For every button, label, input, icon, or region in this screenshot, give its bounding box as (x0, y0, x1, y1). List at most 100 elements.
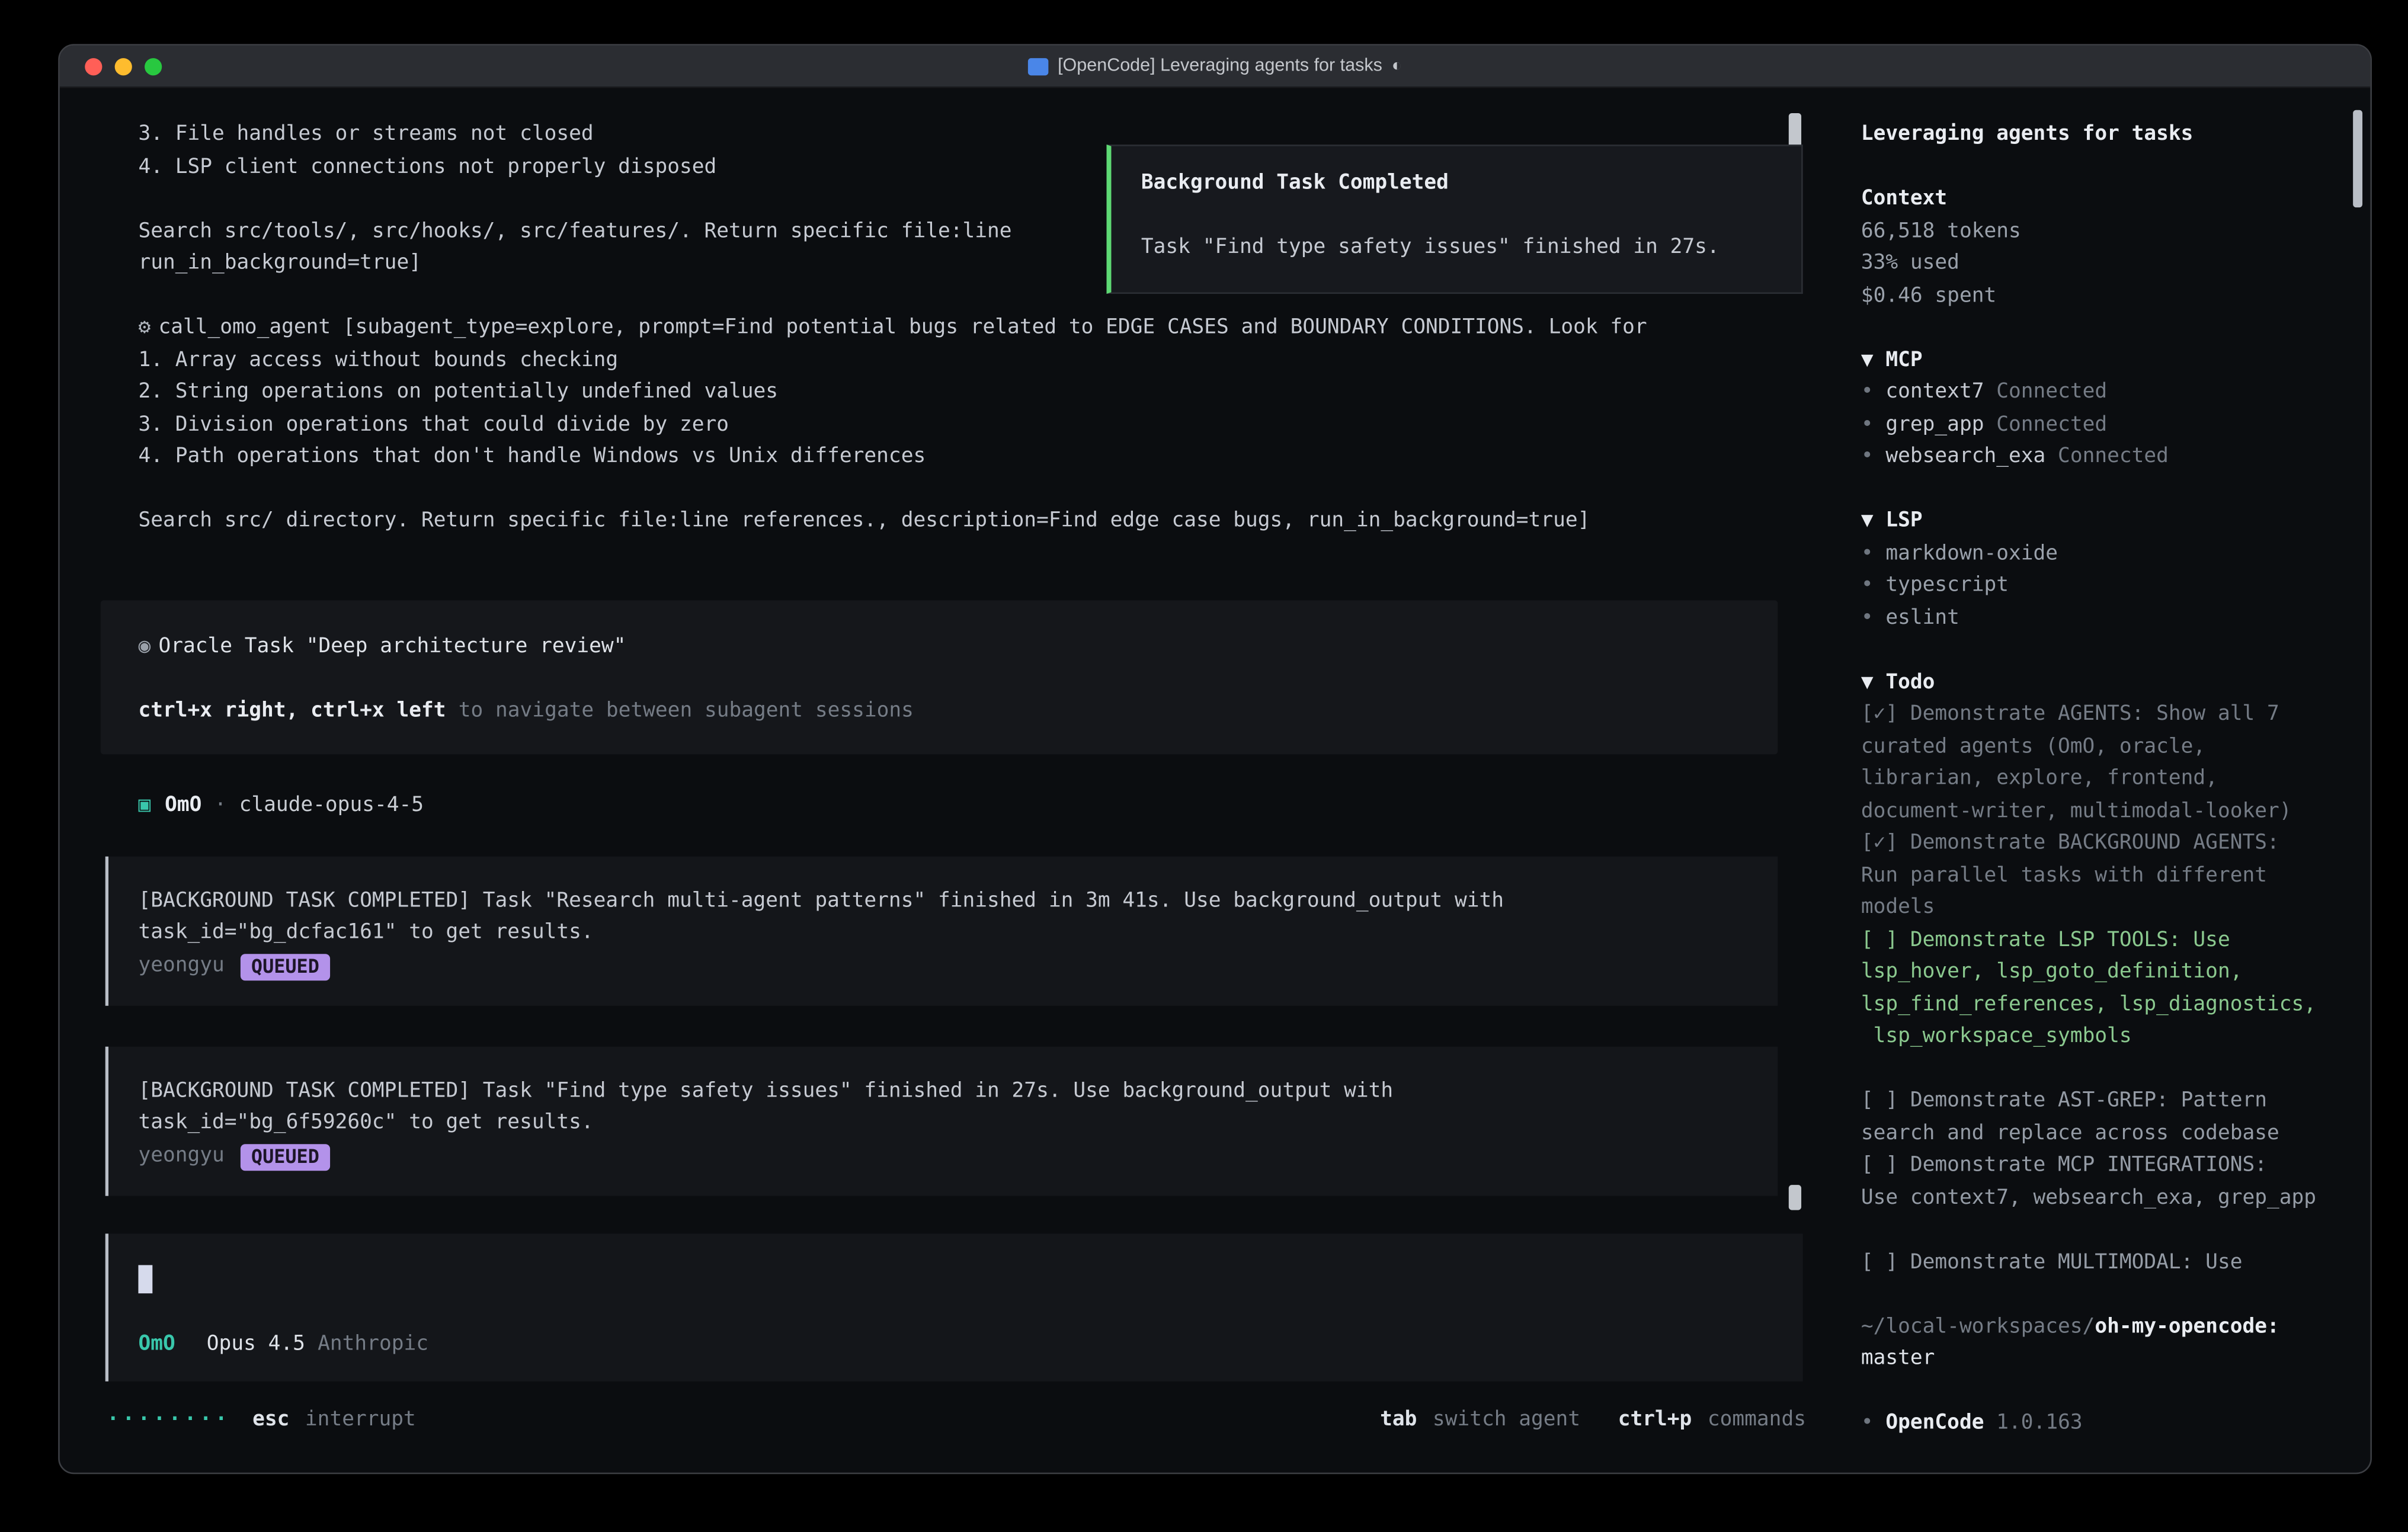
half-circle-icon: ◐ (1392, 56, 1402, 75)
main-scrollbar-thumb[interactable] (1789, 1185, 1801, 1210)
background-task-message[interactable]: [BACKGROUND TASK COMPLETED] Task "Resear… (105, 855, 1778, 1005)
todo-section-header[interactable]: ▼ Todo (1861, 667, 2352, 699)
bullet-icon: • (1861, 606, 1874, 630)
mcp-name: context7 (1885, 380, 1984, 404)
document-icon (1028, 57, 1048, 75)
hint-text: to navigate between subagent sessions (459, 698, 914, 722)
input-agent-name: OmO (138, 1329, 175, 1361)
todo-item: [✓] Demonstrate BACKGROUND AGENTS: Run p… (1861, 828, 2352, 925)
lsp-item: • typescript (1861, 571, 2352, 602)
window-controls (85, 46, 162, 86)
lsp-name: typescript (1885, 573, 2009, 597)
message-author: yeongyu (138, 951, 224, 983)
bullet-icon: • (1861, 412, 1874, 436)
lsp-section-label: LSP (1885, 509, 1922, 533)
message-body: [BACKGROUND TASK COMPLETED] Task "Resear… (138, 886, 1778, 950)
tab-key-label: switch agent (1433, 1405, 1580, 1437)
input-meta: OmO Opus 4.5 Anthropic (138, 1329, 1802, 1361)
session-title: Leveraging agents for tasks (1861, 120, 2352, 152)
text-cursor (138, 1264, 152, 1293)
todo-item: [✓] Demonstrate AGENTS: Show all 7 curat… (1861, 699, 2352, 828)
mcp-item: • grep_app Connected (1861, 409, 2352, 441)
agent-square-icon: ▣ (138, 790, 150, 822)
lsp-item: • eslint (1861, 602, 2352, 634)
input-provider-name: Anthropic (318, 1329, 428, 1361)
mcp-name: websearch_exa (1885, 445, 2045, 469)
tool-call-item: 3. Division operations that could divide… (138, 409, 1804, 441)
workspace-branch: master (1861, 1344, 2352, 1376)
todo-item: [ ] Demonstrate MULTIMODAL: Use (1861, 1247, 2352, 1279)
queued-badge: QUEUED (240, 954, 330, 980)
tool-call-item: 1. Array access without bounds checking (138, 345, 1804, 377)
window-title-text: [OpenCode] Leveraging agents for tasks (1058, 56, 1382, 75)
separator-dot: · (214, 790, 227, 822)
tool-call-header-text: call_omo_agent [subagent_type=explore, p… (158, 316, 1647, 339)
agent-name: OmO (165, 790, 201, 822)
window-title: [OpenCode] Leveraging agents for tasks ◐ (1028, 56, 1402, 75)
desktop-background: [OpenCode] Leveraging agents for tasks ◐… (0, 0, 2408, 1532)
lsp-item: • markdown-oxide (1861, 539, 2352, 571)
todo-item: [ ] Demonstrate MCP INTEGRATIONS: Use co… (1861, 1150, 2352, 1215)
chevron-down-icon: ▼ (1861, 509, 1874, 533)
app-version: 1.0.163 (1996, 1411, 2082, 1435)
todo-item: [ ] Demonstrate LSP TOOLS: Use lsp_hover… (1861, 925, 2352, 1054)
workspace-repo: oh-my-opencode: (2095, 1315, 2279, 1338)
mcp-item: • context7 Connected (1861, 377, 2352, 409)
ctrlp-key-label: commands (1708, 1405, 1804, 1437)
tab-key-hint: tab (1380, 1405, 1417, 1437)
esc-key-hint: esc (252, 1405, 289, 1437)
zoom-window-button[interactable] (145, 57, 162, 75)
mcp-status: Connected (1996, 380, 2107, 404)
context-header: Context (1861, 184, 2352, 216)
toast-title: Background Task Completed (1141, 168, 1801, 200)
status-bar: ········ esc interrupt tab switch agent … (107, 1405, 1804, 1437)
tool-call-footer: Search src/ directory. Return specific f… (138, 506, 1804, 538)
queued-badge: QUEUED (240, 1144, 330, 1171)
session-sidebar[interactable]: Leveraging agents for tasks Context 66,5… (1804, 88, 2372, 1475)
mcp-status: Connected (2058, 445, 2169, 469)
prompt-input[interactable]: OmO Opus 4.5 Anthropic (105, 1233, 1803, 1380)
oracle-task-title: ◉ Oracle Task "Deep architecture review" (138, 631, 1778, 663)
esc-key-label: interrupt (305, 1405, 416, 1437)
agent-model: claude-opus-4-5 (239, 790, 424, 822)
context-used: 33% used (1861, 248, 2352, 280)
input-model-name: Opus 4.5 (207, 1329, 305, 1361)
mcp-name: grep_app (1885, 412, 1984, 436)
subagent-navigation-hint: ctrl+x right, ctrl+x left to navigate bet… (138, 696, 1778, 727)
tool-call-item: 4. Path operations that don't handle Win… (138, 441, 1804, 473)
mcp-item: • websearch_exa Connected (1861, 441, 2352, 473)
chevron-down-icon: ▼ (1861, 348, 1874, 372)
mcp-status: Connected (1996, 412, 2107, 436)
workspace-path: ~/local-workspaces/oh-my-opencode: (1861, 1312, 2352, 1344)
bullet-icon: • (1861, 445, 1874, 469)
message-body: [BACKGROUND TASK COMPLETED] Task "Find t… (138, 1076, 1778, 1140)
opencode-window: [OpenCode] Leveraging agents for tasks ◐… (58, 44, 2372, 1474)
oracle-task-panel: ◉Oracle Task "Deep architecture review" … (101, 600, 1778, 754)
agent-header: ▣ OmO · claude-opus-4-5 (138, 790, 1804, 822)
hint-keys: ctrl+x right, ctrl+x left (138, 698, 446, 722)
workspace-path-prefix: ~/local-workspaces/ (1861, 1315, 2095, 1338)
message-author: yeongyu (138, 1141, 224, 1173)
mcp-section-header[interactable]: ▼ MCP (1861, 345, 2352, 377)
lsp-name: eslint (1885, 606, 1959, 630)
context-tokens: 66,518 tokens (1861, 216, 2352, 248)
todo-item: [ ] Demonstrate AST-GREP: Pattern search… (1861, 1086, 2352, 1150)
toast-body: Task "Find type safety issues" finished … (1141, 233, 1801, 265)
tool-call-header: ⚙call_omo_agent [subagent_type=explore, … (138, 313, 1804, 345)
ctrlp-key-hint: ctrl+p (1618, 1405, 1692, 1437)
chevron-down-icon: ▼ (1861, 670, 1874, 694)
sidebar-scrollbar-thumb[interactable] (2353, 110, 2362, 207)
bullet-icon: • (1861, 541, 1874, 565)
bullet-icon: • (1861, 380, 1874, 404)
todo-section-label: Todo (1885, 670, 1935, 694)
minimize-window-button[interactable] (115, 57, 132, 75)
lsp-section-header[interactable]: ▼ LSP (1861, 506, 2352, 538)
background-task-message[interactable]: [BACKGROUND TASK COMPLETED] Task "Find t… (105, 1046, 1778, 1195)
app-version-footer: • OpenCode 1.0.163 (1861, 1408, 2352, 1440)
mcp-section-label: MCP (1885, 348, 1922, 372)
close-window-button[interactable] (85, 57, 102, 75)
oracle-task-title-text: Oracle Task "Deep architecture review" (158, 634, 626, 658)
record-icon: ◉ (138, 634, 150, 658)
titlebar: [OpenCode] Leveraging agents for tasks ◐ (60, 46, 2371, 88)
conversation-pane[interactable]: 3. File handles or streams not closed 4.… (60, 88, 1805, 1475)
